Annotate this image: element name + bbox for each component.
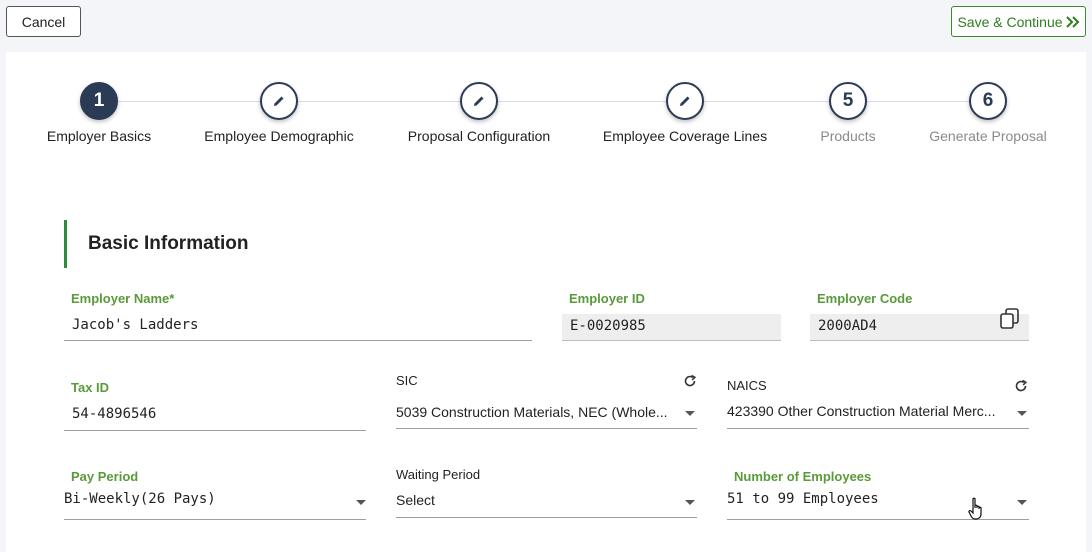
step-number: 6 [969,82,1007,120]
step-employee-demographic[interactable]: Employee Demographic [179,82,379,144]
naics-label: NAICS [727,378,767,393]
sic-label-wrap: SIC [396,373,418,388]
step-label: Proposal Configuration [407,128,551,144]
save-button-label: Save & Continue [957,13,1063,30]
employer-id-label: Employer ID [569,291,645,306]
step-generate-proposal[interactable]: 6 Generate Proposal [888,82,1088,144]
pay-period-label-wrap: Pay Period [71,469,138,484]
pay-period-label: Pay Period [71,469,139,484]
pay-period-dropdown-caret-icon[interactable] [356,500,366,505]
cancel-button-label: Cancel [21,13,66,30]
num-employees-value: 51 to 99 Employees [727,491,879,507]
naics-label-wrap: NAICS [727,378,767,393]
tax-id-label: Tax ID [71,380,110,395]
num-employees-label: Number of Employees [734,469,872,484]
naics-underline [727,428,1029,429]
sic-select[interactable]: 5039 Construction Materials, NEC (Whole.… [396,404,668,420]
employer-code-value: 2000AD4 [818,318,878,334]
employer-id-value: E-0020985 [570,318,646,334]
step-label: Employer Basics [46,128,152,144]
employer-code-value-wrap: 2000AD4 [818,318,877,334]
tax-id-label-wrap: Tax ID [71,380,109,395]
double-chevron-right-icon [1065,15,1079,28]
naics-dropdown-caret-icon[interactable] [1017,411,1027,416]
sic-value: 5039 Construction Materials, NEC (Whole.… [396,404,668,420]
step-edit-circle [666,82,704,120]
step-edit-circle [260,82,298,120]
sic-underline [396,428,697,429]
cancel-button[interactable]: Cancel [6,6,81,37]
pencil-icon [474,96,484,106]
employer-name-field[interactable]: Jacob's Ladders [72,317,527,333]
step-employer-basics[interactable]: 1 Employer Basics [0,82,199,144]
employer-name-label-wrap: Employer Name* [71,291,174,306]
waiting-period-label: Waiting Period [396,467,481,482]
step-edit-circle [460,82,498,120]
step-number: 5 [829,82,867,120]
tax-id-field[interactable]: 54-4896546 [72,406,362,422]
employer-id-value-wrap: E-0020985 [570,318,646,334]
top-toolbar: Cancel Save & Continue [0,0,1092,44]
save-continue-button[interactable]: Save & Continue [951,6,1086,37]
waiting-period-dropdown-caret-icon[interactable] [685,500,695,505]
step-number: 1 [80,82,118,120]
pay-period-value: Bi-Weekly(26 Pays) [64,491,216,507]
pay-period-underline [64,519,366,520]
employer-name-value: Jacob's Ladders [72,317,199,333]
section-accent-bar [64,220,67,268]
employer-name-label: Employer Name* [71,291,175,306]
pay-period-select[interactable]: Bi-Weekly(26 Pays) [64,491,344,507]
naics-value: 423390 Other Construction Material Merc.… [727,403,996,419]
sic-label: SIC [396,373,418,388]
hand-cursor-icon [968,497,982,520]
employer-code-label-wrap: Employer Code [817,291,912,306]
refresh-icon[interactable] [683,374,697,388]
sic-dropdown-caret-icon[interactable] [685,411,695,416]
waiting-period-value: Select [396,492,435,508]
num-employees-dropdown-caret-icon[interactable] [1017,500,1027,505]
refresh-icon[interactable] [1014,379,1028,393]
pencil-icon [680,96,690,106]
waiting-period-select[interactable]: Select [396,492,668,508]
step-proposal-configuration[interactable]: Proposal Configuration [379,82,579,144]
step-label: Employee Demographic [204,128,354,144]
employer-id-label-wrap: Employer ID [569,291,645,306]
num-employees-select[interactable]: 51 to 99 Employees [727,491,997,507]
num-employees-label-wrap: Number of Employees [734,469,871,484]
employer-code-label: Employer Code [817,291,913,306]
tax-id-value: 54-4896546 [72,406,157,422]
section-title: Basic Information [88,233,249,254]
waiting-period-underline [396,517,697,518]
tax-id-underline [64,430,366,431]
step-label: Generate Proposal [929,128,1047,144]
waiting-period-label-wrap: Waiting Period [396,467,480,482]
copy-icon[interactable] [999,307,1021,329]
employer-name-underline [64,340,532,341]
pencil-icon [274,96,284,106]
naics-select[interactable]: 423390 Other Construction Material Merc.… [727,403,999,419]
